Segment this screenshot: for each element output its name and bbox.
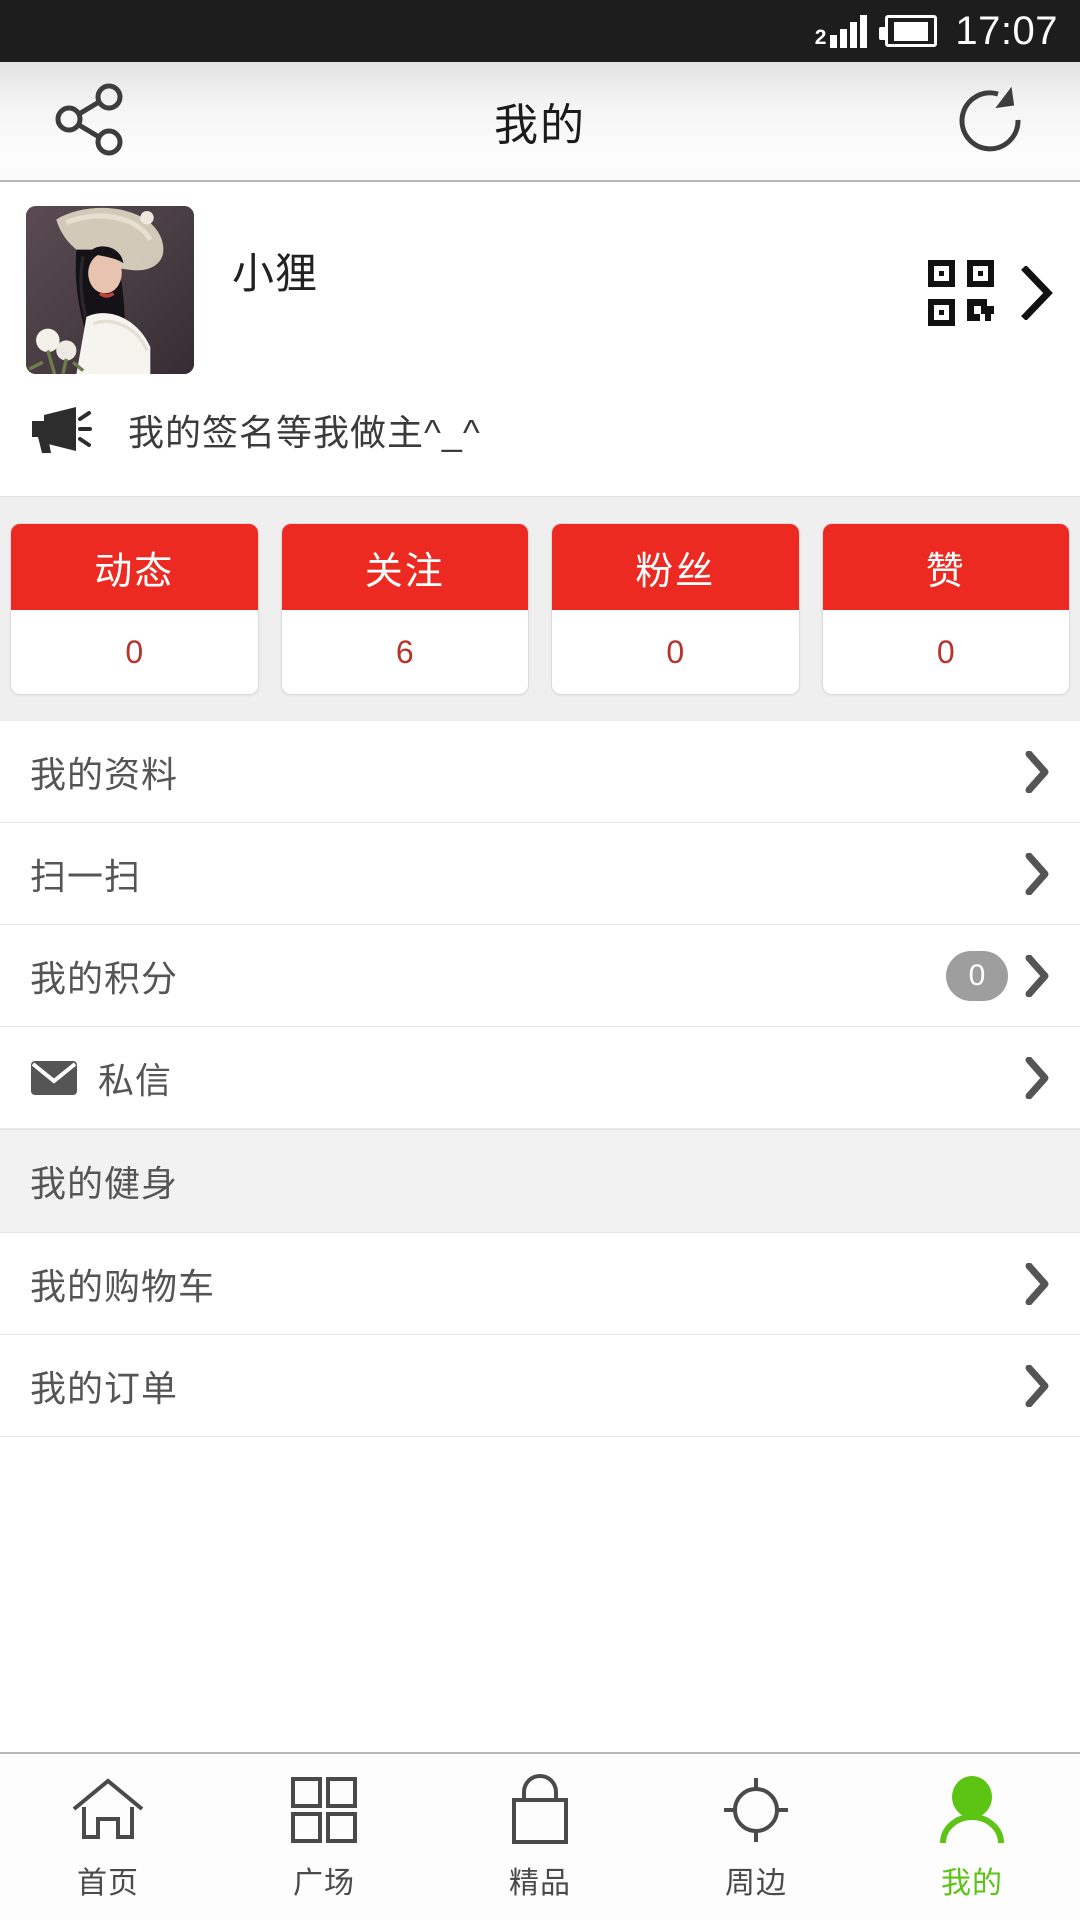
app-screen: 2 17:07 我的 小狸 我的签名等我做主^_^ 动态 0 关注 6 粉丝 0… [0,0,1080,1920]
envelope-icon [30,1059,78,1097]
menu-item-my-points[interactable]: 我的积分 0 [0,925,1080,1027]
grid-icon [289,1772,359,1848]
menu-item-right [1024,1364,1050,1407]
signal-network-label: 2 [814,26,827,49]
menu-item-right [1024,1056,1050,1099]
home-icon [70,1772,146,1848]
stat-value: 0 [125,633,144,670]
menu-item-label: 私信 [98,1059,173,1101]
chevron-right-icon [1024,954,1050,997]
person-icon [937,1772,1007,1848]
stat-label: 粉丝 [552,524,799,610]
stats-band: 动态 0 关注 6 粉丝 0 赞 0 [0,496,1080,721]
signature-row[interactable]: 我的签名等我做主^_^ [0,378,1080,496]
chevron-right-icon [1024,1056,1050,1099]
chevron-right-icon [1024,1262,1050,1305]
tab-home[interactable]: 首页 [0,1754,216,1920]
bottom-tab-bar: 首页 广场 精品 周边 我的 [0,1752,1080,1920]
battery-icon [879,15,938,47]
page-title: 我的 [494,101,586,150]
stat-value: 0 [936,633,955,670]
app-header: 我的 [0,62,1080,182]
menu-item-right [1024,1262,1050,1305]
chevron-right-icon[interactable] [1020,265,1054,321]
menu-item-label: 我的购物车 [30,1265,216,1307]
menu-item-label: 扫一扫 [30,855,142,897]
profile-actions [928,260,1054,326]
megaphone-icon [30,405,92,455]
section-header-my-fitness: 我的健身 [0,1129,1080,1233]
status-bar: 2 17:07 [0,0,1080,62]
menu-item-right [1024,852,1050,895]
points-badge: 0 [946,950,1008,1001]
section-header-label: 我的健身 [30,1163,179,1204]
chevron-right-icon [1024,852,1050,895]
stat-card-fensi[interactable]: 粉丝 0 [551,523,800,695]
menu-item-right [1024,750,1050,793]
stat-label: 动态 [11,524,258,610]
stat-value: 0 [666,633,685,670]
username: 小狸 [232,250,319,297]
refresh-icon [951,80,1029,163]
tab-label: 精品 [509,1867,571,1900]
shopping-bag-icon [506,1772,574,1848]
stat-card-guanzhu[interactable]: 关注 6 [280,523,529,695]
menu-item-my-orders[interactable]: 我的订单 [0,1335,1080,1437]
stat-card-zan[interactable]: 赞 0 [821,523,1070,695]
menu-item-label: 我的订单 [30,1367,179,1409]
share-icon [51,80,129,163]
status-bar-clock: 17:07 [955,9,1058,53]
qr-code-icon[interactable] [928,260,994,326]
tab-label: 广场 [293,1867,355,1900]
refresh-button[interactable] [944,75,1036,167]
tab-square[interactable]: 广场 [216,1754,432,1920]
tab-label: 周边 [725,1867,787,1900]
menu-item-my-profile[interactable]: 我的资料 [0,721,1080,823]
menu-list: 我的资料 扫一扫 我的积分 0 私信 我的健身 我的购物车 我的订单 [0,721,1080,1752]
location-crosshair-icon [720,1772,792,1848]
tab-boutique[interactable]: 精品 [432,1754,648,1920]
tab-label: 首页 [77,1867,139,1900]
menu-item-label: 我的资料 [30,753,179,795]
share-button[interactable] [44,75,136,167]
chevron-right-icon [1024,750,1050,793]
profile-section: 小狸 我的签名等我做主^_^ [0,182,1080,496]
menu-item-my-cart[interactable]: 我的购物车 [0,1233,1080,1335]
tab-profile[interactable]: 我的 [864,1754,1080,1920]
stat-value: 6 [395,633,414,670]
signature-text: 我的签名等我做主^_^ [128,412,481,453]
tab-label: 我的 [941,1867,1003,1900]
signal-icon: 2 [815,14,868,48]
menu-item-label: 我的积分 [30,957,179,999]
stat-label: 关注 [281,524,528,610]
menu-item-right: 0 [946,950,1050,1001]
menu-item-scan[interactable]: 扫一扫 [0,823,1080,925]
avatar[interactable] [26,206,194,374]
chevron-right-icon [1024,1364,1050,1407]
menu-item-private-message[interactable]: 私信 [0,1027,1080,1129]
profile-header-row[interactable]: 小狸 [0,198,1080,378]
tab-nearby[interactable]: 周边 [648,1754,864,1920]
stat-label: 赞 [822,524,1069,610]
stat-card-dongtai[interactable]: 动态 0 [10,523,259,695]
